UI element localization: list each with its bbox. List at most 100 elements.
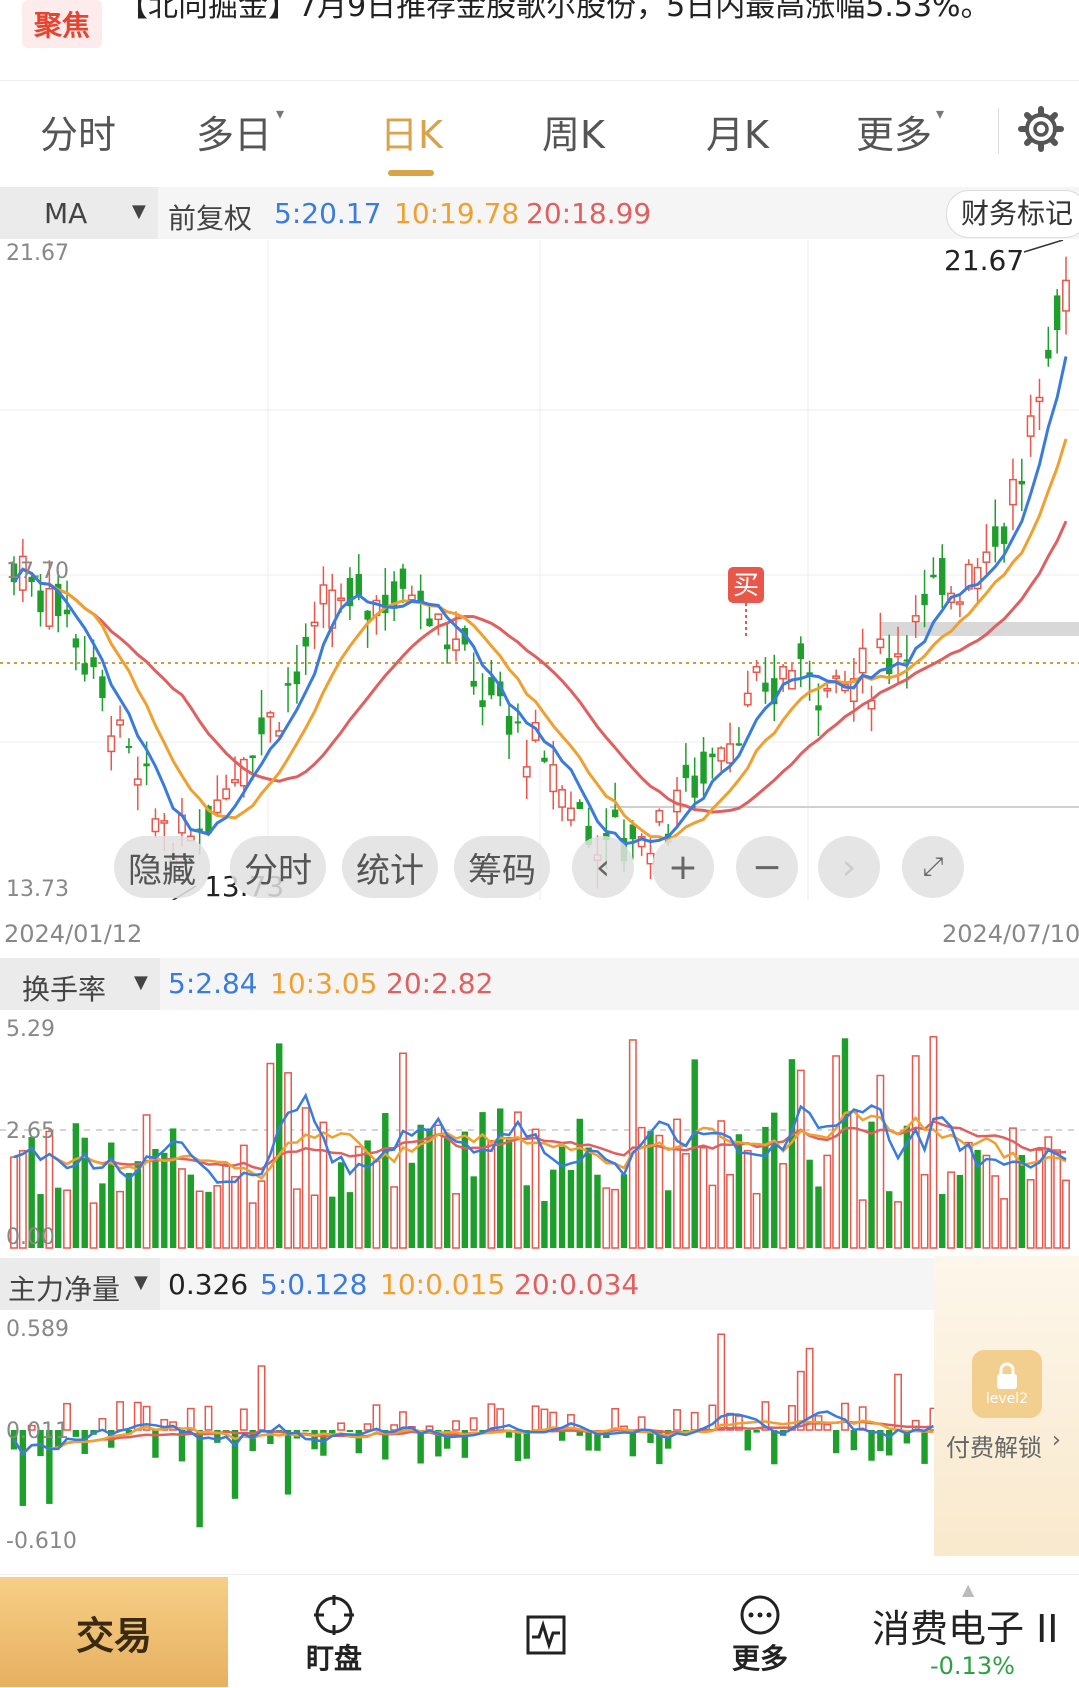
chart-button[interactable] [486,1585,606,1685]
candle-body [479,700,486,708]
active-tab-indicator [388,170,434,176]
turnover-bar [982,1154,991,1249]
turnover-bar [434,1124,443,1249]
mainflow-bar [744,1430,751,1451]
paid-unlock-link[interactable]: 付费解锁 [946,1428,1042,1463]
mainflow-bar [346,1430,354,1433]
tab-more[interactable]: 更多 ▾ [856,104,944,159]
turnover-bar [513,1111,522,1249]
period-tabs: 分时 多日 ▾ 日K 周K 月K 更多 ▾ [0,82,1079,182]
turnover-bar [284,1072,293,1249]
turnover-bar [823,1154,832,1249]
tab-label: 更多 [856,113,933,157]
tab-label: 周K [542,113,605,157]
turnover-bar [691,1059,698,1248]
mainflow-bar [239,1408,248,1431]
kline-chart[interactable]: 买 21.67 17.70 13.73 21.67 13.73 [0,240,1079,900]
candle-body [284,683,292,686]
turnover-bar [178,1168,186,1249]
price-axis-bottom: 13.73 [6,877,69,900]
turnover-bar [752,1192,761,1249]
turnover-chart[interactable]: 5.29 2.65 0.00 [0,1012,1079,1252]
divider [998,108,999,154]
candle-body [717,747,726,762]
watch-label: 盯盘 [305,1642,362,1675]
news-headline[interactable]: 【北向掘金】7月9日推荐金股歌尔股份，5日内最高涨幅5.53%。 [118,0,1058,28]
turnover-bar [452,1193,460,1249]
turnover-bar [620,1174,628,1248]
candle-body [514,721,522,724]
tab-intraday[interactable]: 分时 [40,104,116,159]
mainflow-value: 0.326 [168,1268,249,1301]
tab-multiday[interactable]: 多日 ▾ [196,104,284,159]
trade-button[interactable]: 交易 [0,1577,228,1687]
turnover-bar [195,1190,204,1249]
more-label: 更多 [731,1642,788,1675]
mainflow-select[interactable]: 主力净量 ▼ [0,1258,160,1310]
mainflow-bar [72,1430,80,1437]
more-button[interactable]: 更多 [700,1585,820,1685]
chips-button[interactable]: 筹码 [454,836,550,898]
mainflow-bar [514,1430,522,1461]
turnover-bar [169,1128,177,1248]
mainflow-chart[interactable]: 0.589 0.011 -0.610 [0,1312,934,1556]
turnover-bar [585,1147,592,1248]
turnover-bar [858,1199,867,1249]
news-banner[interactable]: 聚焦 【北向掘金】7月9日推荐金股歌尔股份，5日内最高涨幅5.53%。 [0,0,1079,81]
turnover-bar [479,1112,486,1248]
turnover-bar [231,1176,239,1249]
turnover-bar [576,1118,583,1248]
settings-gear-icon[interactable] [1018,106,1064,152]
start-date: 2024/01/12 [4,920,143,948]
turnover-bar [681,1153,690,1249]
candle-body [151,818,160,833]
scroll-left-icon[interactable]: ‹ [572,836,634,898]
candle-body [443,644,451,650]
lock-icon: level2 [972,1350,1042,1418]
buy-marker[interactable]: 买 [728,567,764,638]
candle-body [815,705,822,711]
finance-mark-button[interactable]: 财务标记 [946,190,1079,238]
turnover-bar [443,1135,451,1248]
candle-body [470,680,477,687]
hide-button[interactable]: 隐藏 [114,836,210,898]
tab-daily-k[interactable]: 日K [380,104,443,159]
candle-body [81,663,88,675]
watch-button[interactable]: 盯盘 [274,1585,394,1685]
zoom-out-icon[interactable]: − [736,836,798,898]
chevron-down-icon: ▼ [132,201,146,222]
turnover-bar [497,1108,504,1248]
fullscreen-icon[interactable]: ⤢ [902,836,964,898]
turnover-bar [664,1190,672,1248]
mainflow-bar [363,1423,372,1431]
candle-body [1053,295,1061,330]
adjust-mode[interactable]: 前复权 [168,197,252,237]
sector-name[interactable]: 消费电子 II [872,1598,1072,1653]
tab-monthly-k[interactable]: 月K [706,104,769,159]
intraday-button[interactable]: 分时 [230,836,326,898]
ma-indicator-select[interactable]: MA ▼ [0,187,158,239]
tab-weekly-k[interactable]: 周K [542,104,605,159]
candle-body [832,675,841,679]
high-price-label: 21.67 [944,244,1024,277]
turnover-bar [161,1152,168,1248]
stats-button[interactable]: 统计 [342,836,438,898]
mainflow-bar [337,1422,346,1431]
turnover-select[interactable]: 换手率 ▼ [0,958,160,1010]
tab-label: 多日 [196,113,273,157]
zoom-in-icon[interactable]: + [652,836,714,898]
turnover-bar [1026,1179,1035,1249]
turnover-bar [1000,1198,1009,1249]
turnover-axis-mid: 2.65 [6,1119,55,1144]
candle-body [266,712,275,718]
tab-label: 分时 [40,113,117,157]
turnover-bar [788,1059,796,1248]
candle-body [1009,478,1017,506]
mainflow-bar [894,1373,902,1431]
chart-grid [0,240,1079,900]
more-dots-icon [740,1595,780,1635]
turnover-bar [187,1174,195,1248]
scroll-right-icon[interactable]: › [818,836,880,898]
mainflow-bar [487,1403,496,1431]
turnover-bar [364,1140,371,1248]
